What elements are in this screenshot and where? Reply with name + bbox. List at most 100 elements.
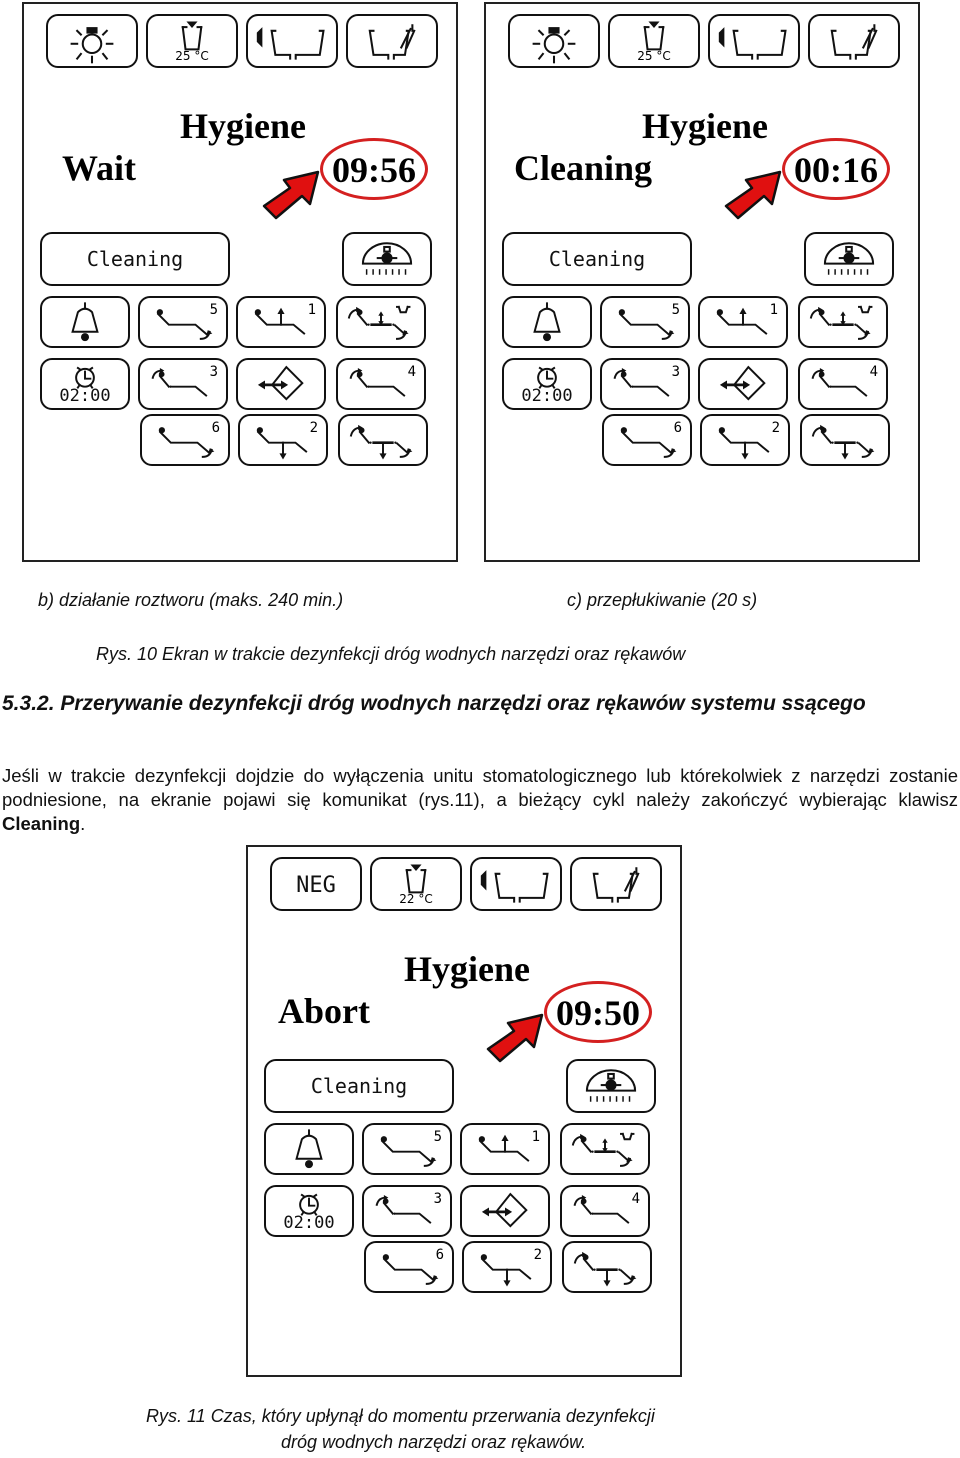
program-4-button[interactable]: 4 — [560, 1185, 650, 1237]
hygiene-title: Hygiene — [180, 106, 306, 146]
chair-exchange-button[interactable] — [698, 358, 788, 410]
section-paragraph: Jeśli w trakcie dezynfekcji dojdzie do w… — [2, 764, 958, 836]
top-button-basin-rinse-icon[interactable] — [708, 14, 800, 68]
program-4-button[interactable]: 4 — [336, 358, 426, 410]
cleaning-button-label: Cleaning — [548, 247, 646, 271]
chair-adjust-button[interactable] — [798, 296, 888, 348]
hygiene-status: Cleaning — [514, 148, 653, 188]
program-6-button[interactable]: 6 — [140, 414, 230, 466]
top-button-operating-light-icon[interactable] — [46, 14, 138, 68]
program-number: 1 — [531, 1129, 540, 1145]
program-number: 4 — [869, 364, 878, 380]
program-3-button[interactable]: 3 — [138, 358, 228, 410]
program-6-button[interactable]: 6 — [602, 414, 692, 466]
hygiene-timer: 00:16 — [794, 150, 878, 190]
chair-exchange-button[interactable] — [460, 1185, 550, 1237]
program-number: 5 — [433, 1129, 442, 1145]
bell-button[interactable] — [264, 1123, 354, 1175]
program-number: 6 — [673, 420, 682, 436]
neg-button[interactable]: NEG — [270, 857, 362, 911]
top-button-basin-flush-icon[interactable] — [808, 14, 900, 68]
cleaning-button[interactable]: Cleaning — [502, 232, 692, 286]
water-temperature: 22 °C — [399, 892, 433, 906]
program-number: 1 — [307, 302, 316, 318]
program-3-button[interactable]: 3 — [600, 358, 690, 410]
program-5-button[interactable]: 5 — [362, 1123, 452, 1175]
program-2-button[interactable]: 2 — [700, 414, 790, 466]
screen-panel-b: 25 °C Hygiene Wait 09:56 Cleaning 5 1 02:00 3 4 6… — [22, 2, 458, 562]
program-6-button[interactable]: 6 — [364, 1241, 454, 1293]
water-temperature: 25 °C — [175, 49, 209, 63]
timer-button-label: 02:00 — [59, 386, 111, 406]
program-number: 4 — [631, 1191, 640, 1207]
cleaning-button-label: Cleaning — [86, 247, 184, 271]
timer-button-label: 02:00 — [521, 386, 573, 406]
chair-last-position-button[interactable] — [800, 414, 890, 466]
bell-button[interactable] — [502, 296, 592, 348]
figure-11-caption-line2: dróg wodnych narzędzi oraz rękawów. — [281, 1432, 587, 1452]
bell-button[interactable] — [40, 296, 130, 348]
subcaption-c: c) przepłukiwanie (20 s) — [567, 590, 758, 610]
hygiene-status: Abort — [278, 991, 370, 1031]
program-3-button[interactable]: 3 — [362, 1185, 452, 1237]
program-1-button[interactable]: 1 — [236, 296, 326, 348]
cleaning-button[interactable]: Cleaning — [40, 232, 230, 286]
top-button-cup-filler-icon[interactable]: 25 °C — [608, 14, 700, 68]
red-arrow-pointer — [484, 1009, 548, 1070]
top-button-operating-light-icon[interactable] — [508, 14, 600, 68]
program-4-button[interactable]: 4 — [798, 358, 888, 410]
program-number: 3 — [209, 364, 218, 380]
program-number: 2 — [309, 420, 318, 436]
paragraph-end: . — [80, 813, 86, 834]
timer-button[interactable]: 02:00 — [264, 1185, 354, 1237]
program-5-button[interactable]: 5 — [138, 296, 228, 348]
subcaption-b: b) działanie roztworu (maks. 240 min.) — [38, 590, 344, 610]
program-number: 5 — [671, 302, 680, 318]
program-number: 3 — [671, 364, 680, 380]
program-1-button[interactable]: 1 — [460, 1123, 550, 1175]
program-number: 5 — [209, 302, 218, 318]
hygiene-timer: 09:50 — [556, 993, 640, 1033]
program-number: 4 — [407, 364, 416, 380]
top-button-basin-flush-icon[interactable] — [346, 14, 438, 68]
timer-button[interactable]: 02:00 — [502, 358, 592, 410]
program-number: 1 — [769, 302, 778, 318]
hygiene-light-button[interactable] — [804, 232, 894, 286]
red-arrow-pointer — [260, 166, 324, 227]
hygiene-status: Wait — [62, 148, 137, 188]
chair-exchange-button[interactable] — [236, 358, 326, 410]
cleaning-button-label: Cleaning — [310, 1074, 408, 1098]
program-number: 2 — [771, 420, 780, 436]
hygiene-title: Hygiene — [404, 949, 530, 989]
top-button-basin-rinse-icon[interactable] — [246, 14, 338, 68]
program-number: 2 — [533, 1247, 542, 1263]
top-button-cup-filler-icon[interactable]: 22 °C — [370, 857, 462, 911]
timer-button-label: 02:00 — [283, 1213, 335, 1233]
red-arrow-pointer — [722, 166, 786, 227]
top-button-basin-rinse-icon[interactable] — [470, 857, 562, 911]
chair-last-position-button[interactable] — [338, 414, 428, 466]
chair-adjust-button[interactable] — [336, 296, 426, 348]
chair-adjust-button[interactable] — [560, 1123, 650, 1175]
hygiene-title: Hygiene — [642, 106, 768, 146]
top-button-cup-filler-icon[interactable]: 25 °C — [146, 14, 238, 68]
program-1-button[interactable]: 1 — [698, 296, 788, 348]
figure-10-caption: Rys. 10 Ekran w trakcie dezynfekcji dróg… — [96, 644, 686, 664]
top-button-basin-flush-icon[interactable] — [570, 857, 662, 911]
program-2-button[interactable]: 2 — [462, 1241, 552, 1293]
timer-button[interactable]: 02:00 — [40, 358, 130, 410]
program-5-button[interactable]: 5 — [600, 296, 690, 348]
program-2-button[interactable]: 2 — [238, 414, 328, 466]
program-number: 3 — [433, 1191, 442, 1207]
figure-11-caption-line1: Rys. 11 Czas, który upłynął do momentu p… — [146, 1406, 655, 1426]
hygiene-light-button[interactable] — [566, 1059, 656, 1113]
screen-panel-c: 25 °C Hygiene Cleaning 00:16 Cleaning 5 1 02:0… — [484, 2, 920, 562]
program-number: 6 — [211, 420, 220, 436]
hygiene-timer: 09:56 — [332, 150, 416, 190]
water-temperature: 25 °C — [637, 49, 671, 63]
cleaning-button[interactable]: Cleaning — [264, 1059, 454, 1113]
hygiene-light-button[interactable] — [342, 232, 432, 286]
paragraph-text: Jeśli w trakcie dezynfekcji dojdzie do w… — [2, 765, 958, 810]
section-heading: 5.3.2. Przerywanie dezynfekcji dróg wodn… — [2, 692, 866, 715]
chair-last-position-button[interactable] — [562, 1241, 652, 1293]
